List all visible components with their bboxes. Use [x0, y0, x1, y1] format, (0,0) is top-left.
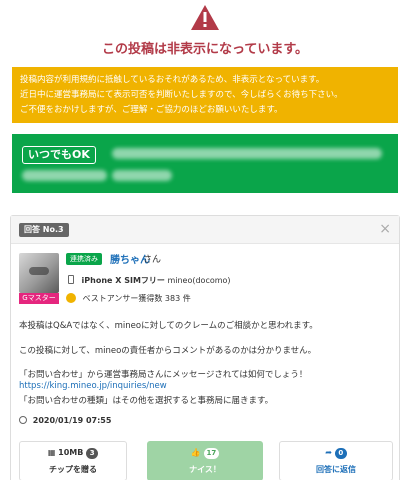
device-model: iPhone X SIMフリー: [81, 276, 165, 285]
chip-label: チップを贈る: [49, 465, 97, 474]
clock-icon: [19, 416, 27, 424]
name-suffix: さん: [143, 255, 162, 265]
device-info: iPhone X SIMフリー mineo(docomo): [68, 275, 231, 287]
warning-triangle-icon: [191, 5, 219, 30]
nice-label: ナイス！: [189, 465, 221, 474]
notice-line: 投稿内容が利用規約に抵触しているおそれがあるため、非表示となっています。: [20, 75, 325, 85]
avatar[interactable]: [19, 253, 59, 293]
chip-count: 3: [86, 448, 99, 459]
reply-count: 0: [334, 448, 347, 459]
nice-count: 17: [203, 448, 220, 459]
rank-badge: Gマスター: [19, 293, 59, 304]
gift-icon: ▦: [47, 448, 56, 457]
thumbs-up-icon: 👍: [190, 448, 201, 457]
blurred-text: [22, 170, 107, 181]
reply-arrow-icon: ➦: [325, 448, 332, 457]
close-icon[interactable]: ×: [379, 221, 391, 237]
nice-button[interactable]: 👍 17 ナイス！: [147, 441, 263, 480]
answer-card: 回答 No.3 × Gマスター 連携済み 勝ちゃん さん iPhone X SI…: [10, 215, 400, 480]
hidden-notice-box: 投稿内容が利用規約に抵触しているおそれがあるため、非表示となっています。 近日中…: [12, 67, 398, 123]
reply-label: 回答に返信: [316, 465, 356, 474]
answer-paragraph: 「お問い合わせの種類」はその他を選択すると事務局に届きます。: [19, 396, 274, 406]
post-date-text: 2020/01/19 07:55: [32, 416, 112, 425]
answer-paragraph: 「お問い合わせ」から運営事務局さんにメッセージされては如何でしょう！: [19, 370, 308, 380]
answer-paragraph: 本投稿はQ&Aではなく、mineoに対してのクレームのご相談かと思われます。: [19, 321, 318, 331]
blurred-text: [112, 170, 172, 181]
reply-button[interactable]: ➦ 0 回答に返信: [279, 441, 393, 480]
promo-banner[interactable]: いつでもOK: [12, 134, 398, 193]
chip-amount: 10MB: [58, 448, 84, 457]
answer-card-header: 回答 No.3 ×: [11, 216, 399, 244]
promo-badge: いつでもOK: [22, 146, 96, 164]
notice-line: 近日中に運営事務局にて表示可否を判断いたしますので、今しばらくお待ち下さい。: [20, 90, 343, 100]
answer-number-badge: 回答 No.3: [19, 223, 69, 237]
inquiry-link[interactable]: https://king.mineo.jp/inquiries/new: [19, 381, 167, 391]
medal-icon: [66, 293, 76, 303]
device-plan: mineo(docomo): [167, 276, 231, 285]
send-chip-button[interactable]: ▦ 10MB 3 チップを贈る: [19, 441, 127, 480]
blurred-text: [112, 148, 382, 159]
warning-title: この投稿は非表示になっています。: [101, 42, 309, 57]
notice-line: ご不便をおかけしますが、ご理解・ご協力のほどお願いいたします。: [20, 105, 283, 115]
hidden-post-warning: この投稿は非表示になっています。: [0, 0, 410, 62]
post-date: 2020/01/19 07:55: [19, 416, 111, 425]
verified-badge: 連携済み: [66, 253, 102, 265]
best-answer-count: ベストアンサー獲得数 383 件: [66, 293, 191, 304]
answer-paragraph: この投稿に対して、mineoの責任者からコメントがあるのかは分かりません。: [19, 346, 317, 356]
phone-icon: [68, 275, 74, 284]
best-answer-text: ベストアンサー獲得数 383 件: [82, 294, 191, 303]
